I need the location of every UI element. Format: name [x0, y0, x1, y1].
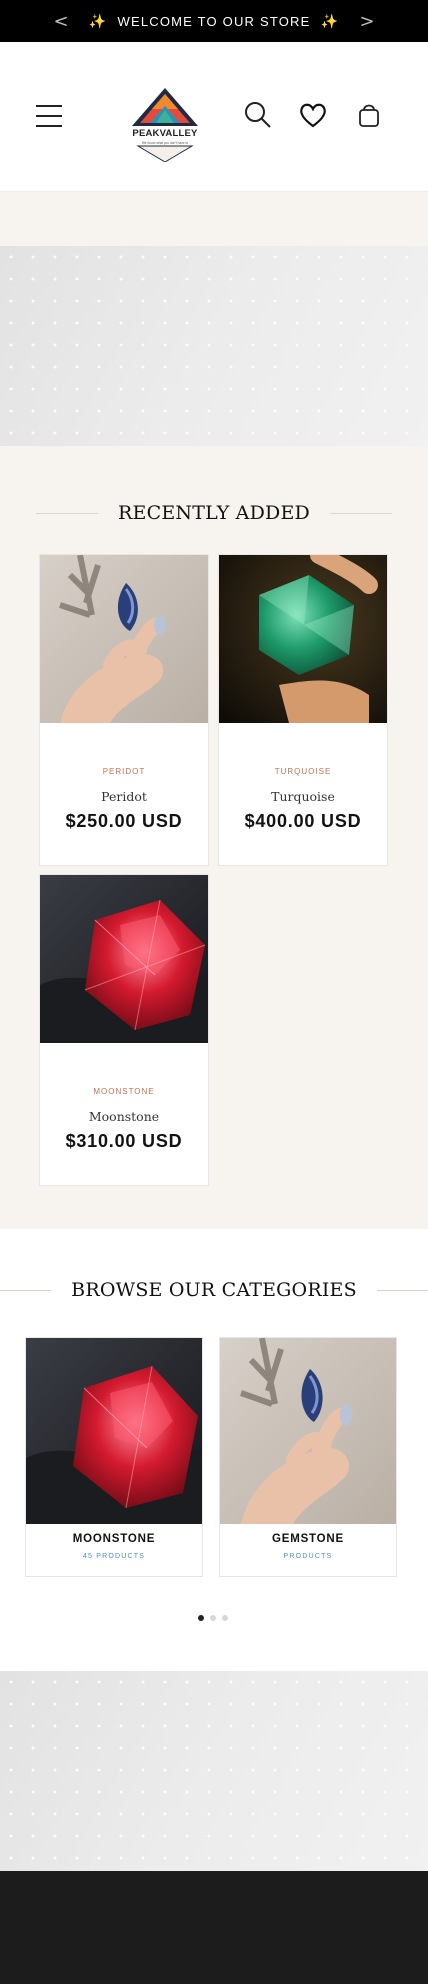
product-card[interactable]: TURQUOISE Turquoise $400.00 USD — [218, 554, 388, 866]
product-card[interactable]: PERIDOT Peridot $250.00 USD — [39, 554, 209, 866]
product-vendor: PERIDOT — [102, 767, 146, 776]
category-name: GEMSTONE — [271, 1533, 344, 1545]
header-spacer — [0, 192, 428, 246]
heading-divider — [329, 512, 392, 514]
slider-dot[interactable] — [222, 1615, 228, 1621]
site-footer — [0, 1871, 428, 1984]
sparkles-icon: ✨ — [320, 12, 340, 29]
product-price: $400.00 USD — [244, 811, 362, 831]
product-name[interactable]: Moonstone — [40, 1109, 208, 1124]
product-name[interactable]: Turquoise — [219, 789, 387, 804]
category-name: MOONSTONE — [72, 1533, 156, 1545]
product-vendor: TURQUOISE — [274, 767, 332, 776]
site-logo[interactable]: PEAKVALLEY We found what you don't have … — [130, 86, 200, 163]
slider-pagination — [198, 1615, 228, 1621]
site-header: PEAKVALLEY We found what you don't have … — [0, 42, 428, 192]
search-icon[interactable] — [243, 100, 273, 130]
section-title: RECENTLY ADDED — [118, 502, 310, 524]
announcement-bar: < ✨ WELCOME TO OUR STORE ✨ > — [0, 0, 428, 42]
category-count: PRODUCTS — [283, 1553, 333, 1560]
announcement-text: WELCOME TO OUR STORE — [117, 13, 311, 29]
promo-banner — [0, 1671, 428, 1871]
categories-heading: BROWSE OUR CATEGORIES — [0, 1279, 428, 1301]
product-name[interactable]: Peridot — [40, 789, 208, 804]
heading-divider — [0, 1289, 52, 1291]
logo-tagline: We found what you don't have to — [141, 141, 189, 145]
product-price: $310.00 USD — [65, 1131, 183, 1151]
category-image[interactable] — [220, 1338, 396, 1524]
product-image[interactable] — [219, 555, 387, 723]
product-vendor: MOONSTONE — [93, 1087, 155, 1096]
announcement-prev-button[interactable]: < — [40, 0, 82, 42]
product-price: $250.00 USD — [65, 811, 183, 831]
slider-dot[interactable] — [198, 1615, 204, 1621]
section-title: BROWSE OUR CATEGORIES — [71, 1279, 357, 1301]
sparkles-icon: ✨ — [88, 12, 108, 29]
bag-icon[interactable] — [354, 100, 384, 130]
category-card[interactable]: GEMSTONE PRODUCTS — [219, 1337, 397, 1577]
slider-dot[interactable] — [210, 1615, 216, 1621]
heart-icon[interactable] — [298, 100, 328, 130]
menu-icon[interactable] — [36, 105, 64, 129]
mountain-logo-icon — [132, 88, 198, 163]
categories-section: BROWSE OUR CATEGORIES MOONSTONE 45 PRODU… — [0, 1229, 428, 1671]
category-card[interactable]: MOONSTONE 45 PRODUCTS — [25, 1337, 203, 1577]
announcement-message: ✨ WELCOME TO OUR STORE ✨ — [89, 13, 339, 30]
product-card[interactable]: MOONSTONE Moonstone $310.00 USD — [39, 874, 209, 1186]
category-count: 45 PRODUCTS — [82, 1553, 146, 1560]
announcement-next-button[interactable]: > — [346, 0, 388, 42]
recently-added-section: RECENTLY ADDED PERIDOT Peridot $250.00 U… — [0, 446, 428, 1229]
recently-added-heading: RECENTLY ADDED — [0, 502, 428, 524]
heading-divider — [36, 512, 99, 514]
hero-banner — [0, 246, 428, 446]
heading-divider — [376, 1289, 428, 1291]
product-image[interactable] — [40, 555, 208, 723]
category-image[interactable] — [26, 1338, 202, 1524]
logo-wordmark: PEAKVALLEY — [132, 128, 198, 139]
product-image[interactable] — [40, 875, 208, 1043]
